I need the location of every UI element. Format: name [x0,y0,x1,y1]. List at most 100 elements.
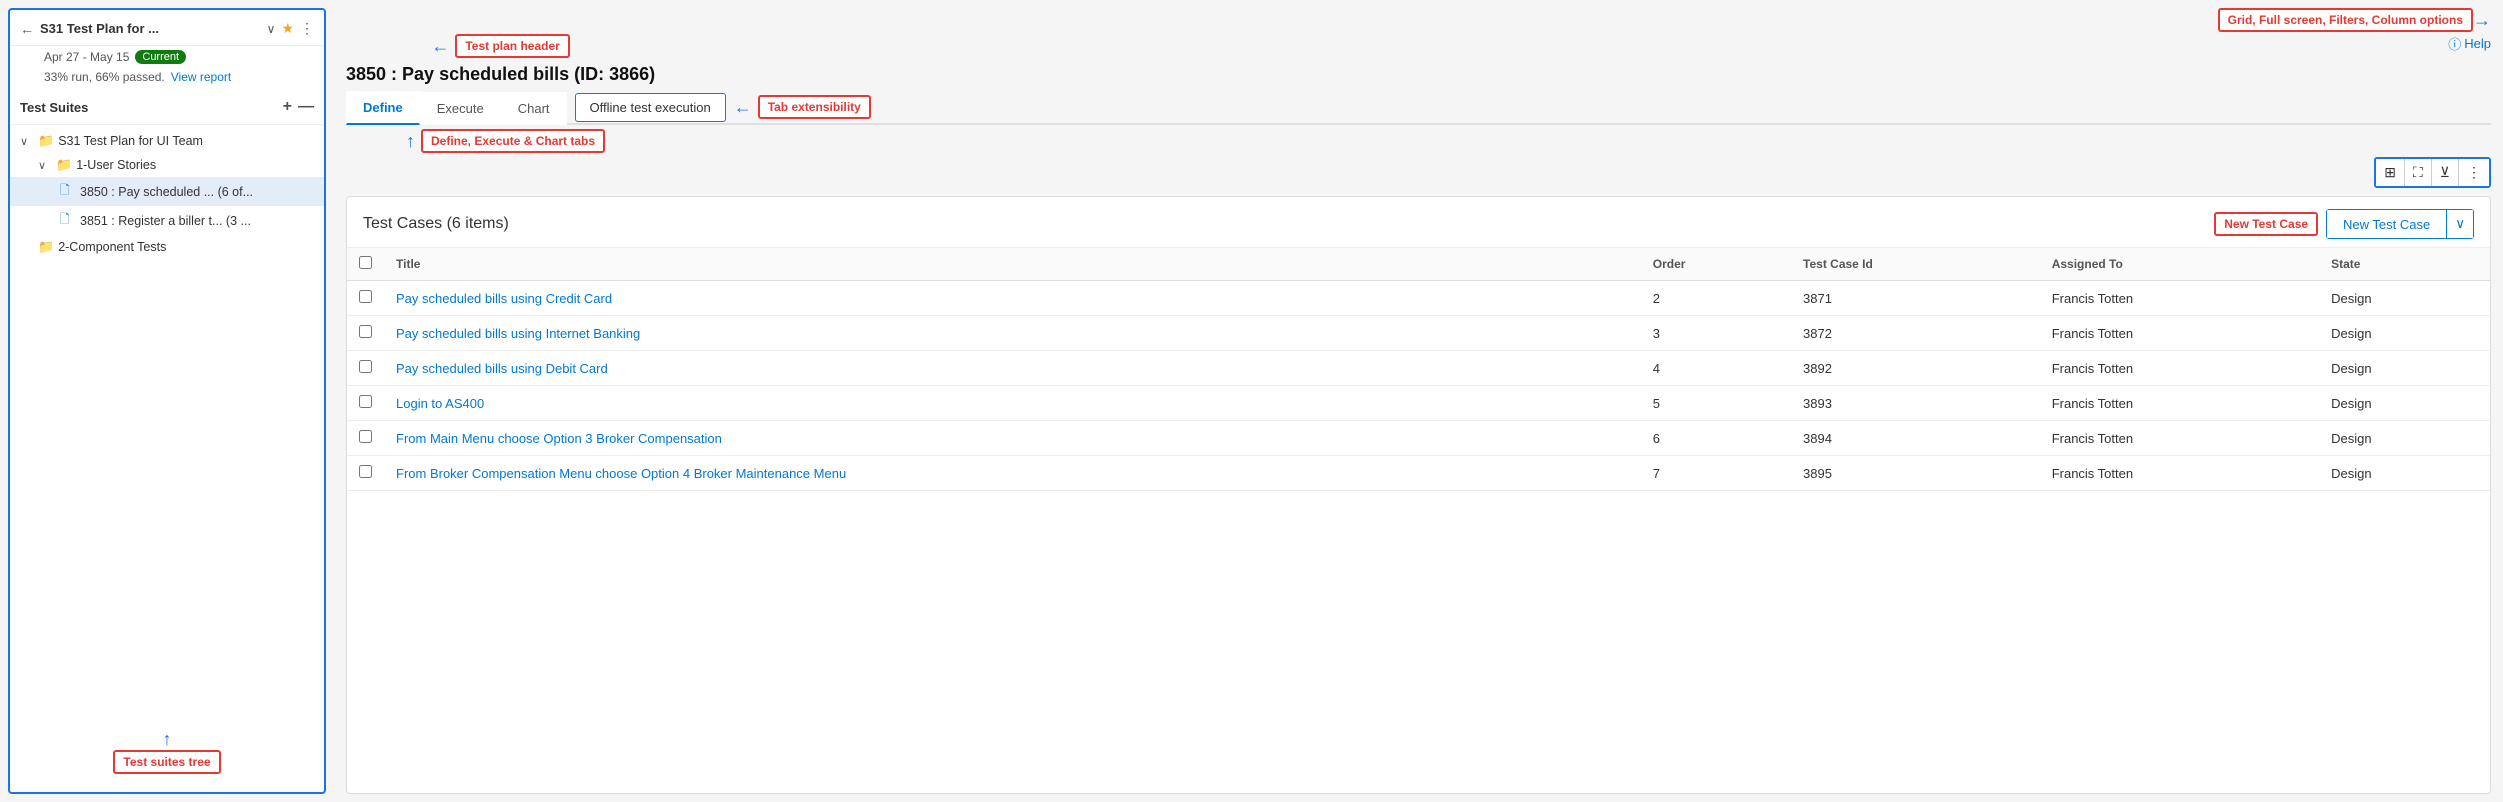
suites-annotation-container: ↑ Test suites tree [10,719,324,784]
row-title[interactable]: Login to AS400 [384,386,1641,421]
new-tc-annotation-row: New Test Case [2214,212,2318,236]
row-assigned-to: Francis Totten [2040,281,2319,316]
column-options-button[interactable]: ⋮ [2459,159,2489,186]
toolbar-row: ⊞ ⛶ ⊻ ⋮ [346,157,2491,188]
tab-define[interactable]: Define [346,91,420,125]
content-header: Test Cases (6 items) New Test Case New T… [347,197,2490,248]
help-circle-icon: ⓘ [2448,34,2461,53]
table-row: Pay scheduled bills using Credit Card238… [347,281,2490,316]
suites-header: Test Suites + — [10,90,324,125]
row-order: 3 [1641,316,1791,351]
chevron-down-icon[interactable]: ∨ [267,22,276,36]
select-all-checkbox[interactable] [359,256,372,269]
date-range: Apr 27 - May 15 [44,50,129,64]
row-state: Design [2319,386,2490,421]
collapse-suite-icon[interactable]: — [298,98,314,116]
more-options-icon[interactable]: ⋮ [300,20,314,37]
annotation-arrow-up: ↑ [406,131,415,152]
row-title[interactable]: Pay scheduled bills using Debit Card [384,351,1641,386]
row-test-case-id: 3872 [1791,316,2040,351]
folder-icon: 📁 [56,157,72,173]
row-test-case-id: 3895 [1791,456,2040,491]
row-title[interactable]: Pay scheduled bills using Internet Banki… [384,316,1641,351]
top-right-annotation-row: Grid, Full screen, Filters, Column optio… [346,8,2491,32]
new-test-case-section: New Test Case New Test Case ∨ [2214,209,2474,239]
sidebar-plan-title: S31 Test Plan for ... [40,21,261,36]
expand-icon: ∨ [38,159,52,172]
tabs-row: Define Execute Chart Offline test execut… [346,91,2491,125]
test-cases-scroll-area[interactable]: Title Order Test Case Id Assigned To Sta… [347,248,2490,793]
progress-text: 33% run, 66% passed. [44,70,165,84]
grid-view-button[interactable]: ⊞ [2376,159,2405,186]
help-label: Help [2464,36,2491,51]
row-title[interactable]: From Main Menu choose Option 3 Broker Co… [384,421,1641,456]
suite-icon: 🗋 [60,181,76,202]
row-order: 5 [1641,386,1791,421]
header-order: Order [1641,248,1791,281]
test-suites-label: Test Suites [20,100,277,115]
plan-header-annotation-row: ← Test plan header [346,34,655,58]
new-test-case-button-group: New Test Case ∨ [2326,209,2474,239]
back-icon[interactable]: ← [20,21,34,37]
annotation-arrow-left: ← [431,36,449,57]
row-test-case-id: 3894 [1791,421,2040,456]
main-content: Grid, Full screen, Filters, Column optio… [334,0,2503,802]
folder-icon: 📁 [38,133,54,149]
help-button[interactable]: ⓘ Help [2448,34,2491,53]
tree-component-tests-item[interactable]: 📁 2-Component Tests [10,235,324,259]
plan-header-section: ← Test plan header 3850 : Pay scheduled … [346,34,2491,85]
table-header-row: Title Order Test Case Id Assigned To Sta… [347,248,2490,281]
row-test-case-id: 3893 [1791,386,2040,421]
row-state: Design [2319,316,2490,351]
test-suites-tree-annotation: Test suites tree [113,750,220,774]
tree-item-3850[interactable]: 🗋 3850 : Pay scheduled ... (6 of... [10,177,324,206]
row-title[interactable]: From Broker Compensation Menu choose Opt… [384,456,1641,491]
row-test-case-id: 3871 [1791,281,2040,316]
row-checkbox[interactable] [359,465,372,478]
annotation-arrow-left: ← [734,97,752,118]
tabs-section: Define Execute Chart Offline test execut… [346,91,2491,157]
row-assigned-to: Francis Totten [2040,316,2319,351]
row-assigned-to: Francis Totten [2040,386,2319,421]
row-order: 7 [1641,456,1791,491]
suite-icon: 🗋 [60,210,76,231]
sidebar-header: ← S31 Test Plan for ... ∨ ★ ⋮ [10,10,324,46]
grid-icon: ⊞ [2384,164,2396,181]
row-test-case-id: 3892 [1791,351,2040,386]
filter-icon: ⊻ [2440,164,2450,181]
content-area: Test Cases (6 items) New Test Case New T… [346,196,2491,794]
tab-chart[interactable]: Chart [501,92,567,125]
tree-item-3850-label: 3850 : Pay scheduled ... (6 of... [80,185,314,199]
add-suite-icon[interactable]: + [283,98,292,116]
row-order: 4 [1641,351,1791,386]
filter-button[interactable]: ⊻ [2432,159,2459,186]
row-assigned-to: Francis Totten [2040,456,2319,491]
tree-user-stories-item[interactable]: ∨ 📁 1-User Stories [10,153,324,177]
toolbar-group: ⊞ ⛶ ⊻ ⋮ [2374,157,2491,188]
tab-extensibility-annotation: Tab extensibility [758,95,871,119]
row-checkbox[interactable] [359,290,372,303]
new-test-case-button[interactable]: New Test Case [2327,210,2446,238]
chevron-down-icon: ∨ [2455,216,2465,231]
row-checkbox[interactable] [359,325,372,338]
tree-item-3851[interactable]: 🗋 3851 : Register a biller t... (3 ... [10,206,324,235]
view-report-link[interactable]: View report [171,70,231,84]
tab-execute[interactable]: Execute [420,92,501,125]
row-title[interactable]: Pay scheduled bills using Credit Card [384,281,1641,316]
row-checkbox[interactable] [359,430,372,443]
tree-root-item[interactable]: ∨ 📁 S31 Test Plan for UI Team [10,129,324,153]
row-checkbox[interactable] [359,360,372,373]
row-checkbox[interactable] [359,395,372,408]
star-icon[interactable]: ★ [281,20,294,37]
table-row: From Main Menu choose Option 3 Broker Co… [347,421,2490,456]
header-title: Title [384,248,1641,281]
table-row: From Broker Compensation Menu choose Opt… [347,456,2490,491]
tab-offline-test-execution[interactable]: Offline test execution [575,93,726,122]
more-vert-icon: ⋮ [2467,164,2481,181]
tree-item-3851-label: 3851 : Register a biller t... (3 ... [80,214,314,228]
tab-extensibility-annotation-row: ← Tab extensibility [734,95,871,119]
expand-icon: ∨ [20,135,34,148]
fullscreen-button[interactable]: ⛶ [2405,159,2432,186]
header-assigned-to: Assigned To [2040,248,2319,281]
new-test-case-chevron-button[interactable]: ∨ [2446,210,2473,238]
